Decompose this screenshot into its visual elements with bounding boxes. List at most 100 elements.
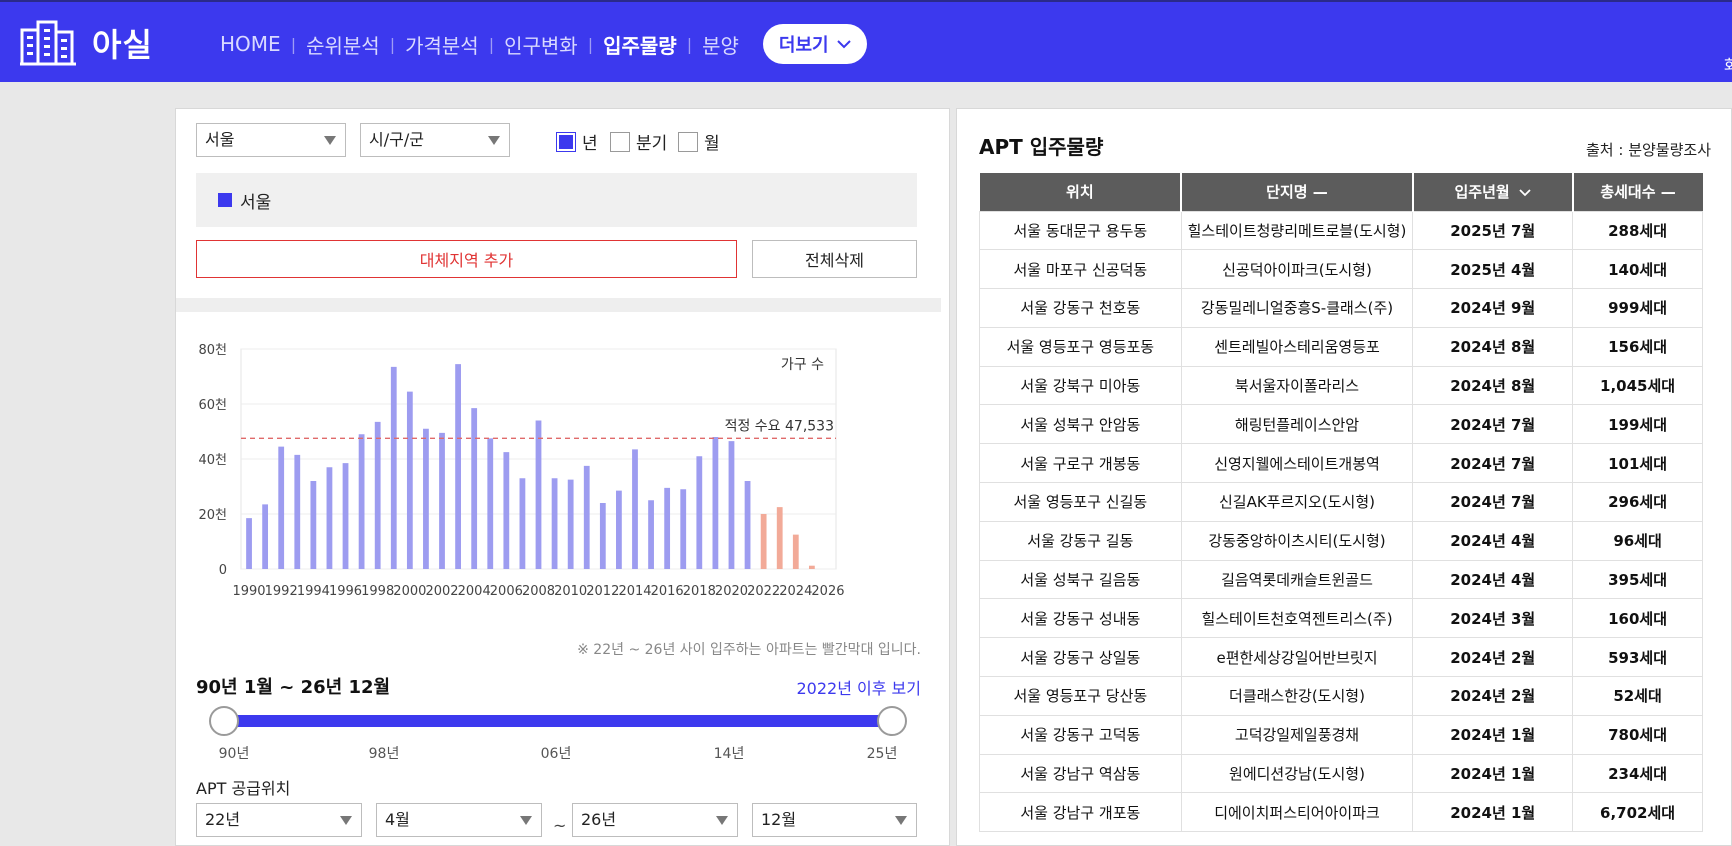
caret-down-icon: [488, 136, 500, 145]
bar-2003[interactable]: [455, 364, 461, 569]
after-2022-link[interactable]: 2022년 이후 보기: [797, 675, 922, 699]
to-year-select[interactable]: 26년: [572, 803, 738, 837]
cell-move-in-date: 2024년 7월: [1412, 443, 1574, 484]
checkbox-icon: [610, 131, 630, 152]
cell-complex-name: 신공덕아이파크(도시형): [1180, 249, 1414, 290]
district-select[interactable]: 시/구/군: [360, 123, 510, 157]
add-region-button[interactable]: 대체지역 추가: [196, 240, 737, 278]
col-total-units[interactable]: 총세대수 —: [1572, 173, 1703, 211]
bar-2000[interactable]: [406, 391, 413, 569]
period-slider-track[interactable]: [224, 715, 892, 727]
bar-2007[interactable]: [519, 478, 526, 569]
col-location[interactable]: 위치: [979, 173, 1183, 211]
table-row[interactable]: 서울 영등포구 당산동 더클래스한강(도시형) 2024년 2월 52세대: [979, 676, 1703, 716]
bar-2018[interactable]: [696, 456, 703, 569]
bar-2017[interactable]: [680, 489, 687, 569]
table-row[interactable]: 서울 강동구 고덕동 고덕강일제일풍경채 2024년 1월 780세대: [979, 714, 1703, 755]
bar-2015[interactable]: [648, 500, 654, 569]
nav-move-in[interactable]: 입주물량: [593, 30, 687, 59]
bar-2004[interactable]: [471, 408, 478, 569]
y-tick-label: 40천: [198, 453, 227, 468]
period-quarter-checkbox[interactable]: 분기: [610, 129, 667, 154]
col-move-in-date[interactable]: 입주년월: [1412, 173, 1574, 211]
table-row[interactable]: 서울 성북구 길음동 길음역롯데캐슬트윈골드 2024년 4월 395세대: [979, 559, 1703, 600]
bar-1993[interactable]: [294, 454, 301, 569]
bar-2006[interactable]: [503, 452, 510, 569]
table-row[interactable]: 서울 영등포구 영등포동 센트레빌아스테리움영등포 2024년 8월 156세대: [979, 326, 1703, 367]
from-month-select[interactable]: 4월: [376, 803, 542, 837]
bar-2009[interactable]: [551, 478, 558, 569]
caret-down-icon: [895, 816, 907, 825]
table-row[interactable]: 서울 동대문구 용두동 힐스테이트청량리메트로블(도시형) 2025년 7월 288세…: [979, 210, 1703, 251]
period-year-checkbox[interactable]: 년: [556, 129, 598, 154]
table-row[interactable]: 서울 강북구 미아동 북서울자이폴라리스 2024년 8월 1,045세대: [979, 365, 1703, 406]
table-row[interactable]: 서울 강남구 개포동 디에이치퍼스티어아이파크 2024년 1월 6,702세대: [979, 792, 1703, 833]
slider-end-handle[interactable]: [877, 706, 907, 736]
cell-complex-name: 신영지웰에스테이트개봉역: [1180, 443, 1414, 484]
bar-1991[interactable]: [262, 504, 269, 569]
bar-1999[interactable]: [390, 366, 397, 569]
table-row[interactable]: 서울 강동구 길동 강동중앙하이츠시티(도시형) 2024년 4월 96세대: [979, 520, 1703, 561]
x-tick-label: 2002: [425, 584, 458, 599]
header-edge-text: 화: [1724, 56, 1732, 75]
to-month-select[interactable]: 12월: [752, 803, 917, 837]
bar-2001[interactable]: [423, 428, 429, 569]
clear-all-button[interactable]: 전체삭제: [752, 240, 917, 278]
bar-2011[interactable]: [583, 465, 590, 569]
bar-2014[interactable]: [632, 449, 638, 569]
bar-1990[interactable]: [246, 518, 252, 569]
bar-1998[interactable]: [374, 421, 381, 569]
table-row[interactable]: 서울 강동구 천호동 강동밀레니얼중흥S-클래스(주) 2024년 9월 999세대: [979, 288, 1703, 328]
region-select[interactable]: 서울: [196, 123, 346, 157]
bar-2008[interactable]: [535, 420, 542, 570]
bar-1995[interactable]: [326, 467, 333, 569]
table-row[interactable]: 서울 강동구 상일동 e편한세상강일어반브릿지 2024년 2월 593세대: [979, 637, 1703, 678]
col-complex-name[interactable]: 단지명 —: [1181, 173, 1414, 211]
bar-2010[interactable]: [567, 479, 574, 569]
bar-2023[interactable]: [776, 507, 783, 569]
bar-2016[interactable]: [664, 487, 671, 569]
legend-swatch: [218, 193, 232, 207]
x-tick-label: 2016: [651, 584, 684, 599]
range-tilde: ~: [553, 816, 567, 835]
nav-ranking[interactable]: 순위분석: [296, 30, 390, 59]
cell-move-in-date: 2025년 7월: [1412, 210, 1574, 251]
more-button[interactable]: 더보기: [762, 24, 867, 64]
bar-2005[interactable]: [487, 438, 494, 569]
table-row[interactable]: 서울 성북구 안암동 해링턴플레이스안암 2024년 7월 199세대: [979, 404, 1703, 445]
logo[interactable]: 아실: [18, 20, 153, 66]
period-month-checkbox[interactable]: 월: [678, 129, 720, 154]
table-row[interactable]: 서울 영등포구 신길동 신길AK푸르지오(도시형) 2024년 7월 296세대: [979, 482, 1703, 522]
nav-home[interactable]: HOME: [210, 32, 291, 56]
move-in-volume-chart: 020천40천60천80천1990 1992 1994 1996 1998 2000 200…: [198, 343, 844, 599]
bar-1997[interactable]: [358, 434, 365, 569]
slider-start-handle[interactable]: [209, 706, 239, 736]
bar-1996[interactable]: [342, 463, 349, 569]
from-year-select[interactable]: 22년: [196, 803, 362, 837]
bar-1992[interactable]: [278, 446, 285, 569]
nav-price[interactable]: 가격분석: [395, 30, 489, 59]
bar-2012[interactable]: [599, 503, 606, 569]
bar-2022[interactable]: [760, 514, 767, 569]
table-row[interactable]: 서울 강남구 역삼동 원에디션강남(도시형) 2024년 1월 234세대: [979, 753, 1703, 794]
bar-1994[interactable]: [310, 481, 317, 569]
slider-tick-label: 06년: [540, 746, 572, 762]
bar-2025[interactable]: [808, 565, 815, 569]
table-row[interactable]: 서울 마포구 신공덕동 신공덕아이파크(도시형) 2025년 4월 140세대: [979, 249, 1703, 290]
bar-2020[interactable]: [728, 441, 735, 569]
period-quarter-label: 분기: [636, 134, 668, 154]
from-year-value: 22년: [205, 810, 241, 829]
x-tick-label: 2000: [393, 584, 426, 599]
table-row[interactable]: 서울 구로구 개봉동 신영지웰에스테이트개봉역 2024년 7월 101세대: [979, 443, 1703, 484]
nav-presale[interactable]: 분양: [692, 30, 749, 59]
caret-down-icon: [340, 816, 352, 825]
bar-2002[interactable]: [439, 432, 445, 569]
cell-move-in-date: 2024년 1월: [1412, 792, 1574, 833]
bar-2013[interactable]: [616, 490, 622, 569]
x-tick-label: 2004: [458, 584, 491, 599]
bar-2024[interactable]: [792, 534, 799, 569]
bar-2021[interactable]: [744, 481, 751, 569]
nav-population[interactable]: 인구변화: [494, 30, 588, 59]
bar-2019[interactable]: [712, 437, 719, 569]
table-row[interactable]: 서울 강동구 성내동 힐스테이트천호역젠트리스(주) 2024년 3월 160세대: [979, 598, 1703, 639]
